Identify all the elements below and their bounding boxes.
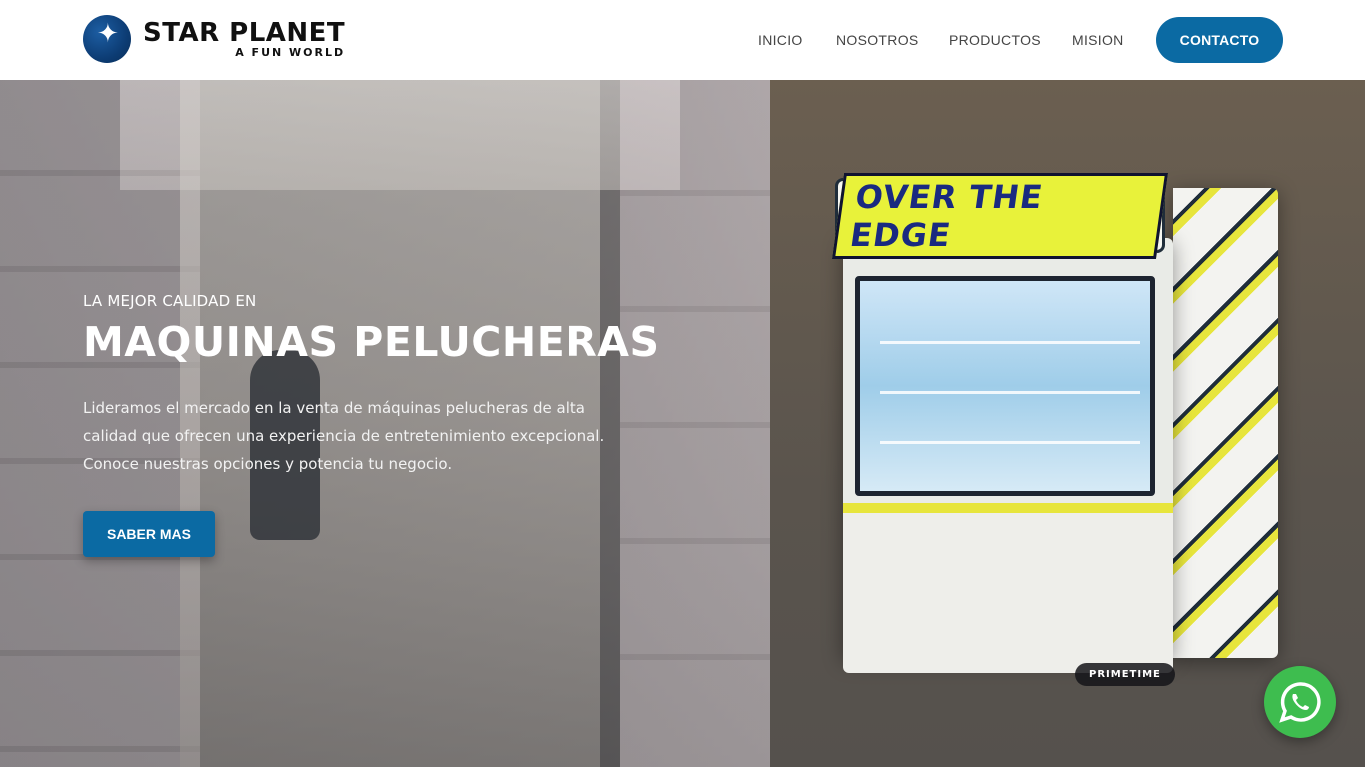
site-header: ✦ STAR PLANET A FUN WORLD INICIO NOSOTRO… [0,0,1365,80]
nav-item-inicio[interactable]: INICIO [758,32,803,48]
nav-item-mision[interactable]: MISION [1072,32,1124,48]
claw-machine-image: OVER THE EDGE PRIMETIME [831,172,1280,698]
brand-name: STAR PLANET [143,18,346,48]
machine-brand-badge: PRIMETIME [1075,663,1175,686]
whatsapp-icon [1279,682,1321,723]
machine-marquee: OVER THE EDGE [831,172,1169,259]
machine-base [843,503,1173,673]
hero-description: Lideramos el mercado en la venta de máqu… [83,399,605,473]
hero-eyebrow: LA MEJOR CALIDAD EN [83,292,257,310]
whatsapp-button[interactable] [1264,666,1336,738]
contact-button[interactable]: CONTACTO [1156,17,1283,63]
machine-shelf [880,341,1140,344]
machine-side-panel [1173,188,1278,658]
nav-item-productos[interactable]: PRODUCTOS [949,32,1041,48]
hero-headline: MAQUINAS PELUCHERAS [83,318,660,366]
machine-shelf [880,391,1140,394]
brand-tagline: A FUN WORLD [235,46,346,59]
star-planet-logo-icon: ✦ [83,15,131,63]
machine-glass [855,276,1155,496]
nav-item-nosotros[interactable]: NOSOTROS [836,32,919,48]
machine-marquee-text: OVER THE EDGE [831,172,1169,259]
saber-mas-button[interactable]: SABER MAS [83,511,215,557]
machine-shelf [880,441,1140,444]
brand-logo[interactable]: ✦ STAR PLANET A FUN WORLD [83,15,345,63]
brand-text: STAR PLANET A FUN WORLD [143,19,345,59]
